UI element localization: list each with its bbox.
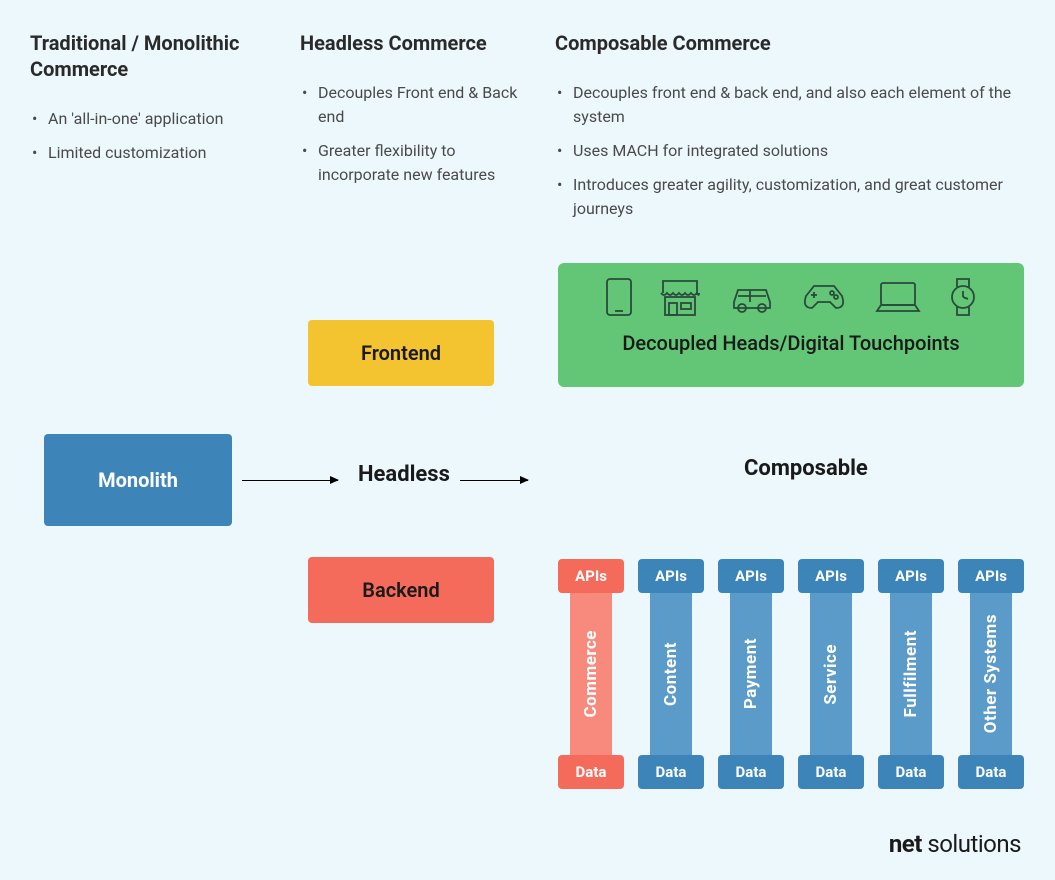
watch-icon [949,277,977,317]
brand-light: solutions [922,830,1021,858]
gamepad-icon [802,282,846,312]
headless-arch-label: Headless [358,462,450,487]
list-item: An 'all-in-one' application [30,107,280,131]
frontend-label: Frontend [361,341,441,365]
pillar-content: APIs Content Data [638,559,704,789]
commerce-types-columns: Traditional / Monolithic Commerce An 'al… [30,30,1025,231]
backend-box: Backend [308,557,494,623]
bullet-list: Decouples front end & back end, and also… [555,81,1020,221]
pillar-service: APIs Service Data [798,559,864,789]
smartphone-icon [605,277,633,317]
pillar-data-cap: Data [878,755,944,789]
touchpoints-label: Decoupled Heads/Digital Touchpoints [558,331,1024,355]
column-heading: Headless Commerce [300,30,535,56]
touchpoints-panel: Decoupled Heads/Digital Touchpoints [558,263,1024,387]
pillar-name: Fullfilment [901,630,921,717]
bullet-list: Decouples Front end & Back end Greater f… [300,81,535,187]
list-item: Introduces greater agility, customizatio… [555,173,1020,221]
column-heading: Composable Commerce [555,30,1020,56]
pillar-data-cap: Data [958,755,1024,789]
arrow-icon [242,480,338,481]
list-item: Uses MACH for integrated solutions [555,139,1020,163]
touchpoint-icons [558,277,1024,323]
pillar-api-cap: APIs [958,559,1024,593]
pillar-body: Content [650,593,692,755]
list-item: Limited customization [30,141,280,165]
pillar-name: Content [661,642,681,706]
frontend-box: Frontend [308,320,494,386]
backend-label: Backend [362,578,439,602]
laptop-icon [873,279,923,315]
pillar-api-cap: APIs [798,559,864,593]
brand-bold: net [889,830,922,858]
pillar-data-cap: Data [718,755,784,789]
pillar-name: Payment [741,638,761,709]
pillar-api-cap: APIs [718,559,784,593]
pillar-api-cap: APIs [558,559,624,593]
list-item: Greater flexibility to incorporate new f… [300,139,535,187]
pillar-body: Service [810,593,852,755]
column-traditional: Traditional / Monolithic Commerce An 'al… [30,30,280,231]
monolith-label: Monolith [98,468,178,492]
composable-pillars: APIs Commerce Data APIs Content Data APIs Payme… [558,559,1024,789]
pillar-name: Commerce [581,630,601,717]
arrow-icon [460,480,528,481]
pillar-name: Service [821,644,841,705]
bullet-list: An 'all-in-one' application Limited cust… [30,107,280,165]
monolith-box: Monolith [44,434,232,526]
pillar-data-cap: Data [558,755,624,789]
column-composable: Composable Commerce Decouples front end … [555,30,1020,231]
column-heading: Traditional / Monolithic Commerce [30,30,280,82]
pillar-fullfilment: APIs Fullfilment Data [878,559,944,789]
pillar-api-cap: APIs [878,559,944,593]
pillar-name: Other Systems [981,614,1001,733]
pillar-api-cap: APIs [638,559,704,593]
pillar-commerce: APIs Commerce Data [558,559,624,789]
pillar-other-systems: APIs Other Systems Data [958,559,1024,789]
pillar-body: Commerce [570,593,612,755]
composable-arch-label: Composable [744,456,868,481]
pillar-payment: APIs Payment Data [718,559,784,789]
brand-logo: net solutions [889,830,1021,858]
column-headless: Headless Commerce Decouples Front end & … [300,30,535,231]
pillar-body: Fullfilment [890,593,932,755]
pillar-data-cap: Data [798,755,864,789]
list-item: Decouples Front end & Back end [300,81,535,129]
pillar-body: Payment [730,593,772,755]
pillar-data-cap: Data [638,755,704,789]
pillar-body: Other Systems [970,593,1012,755]
store-icon [659,277,701,317]
list-item: Decouples front end & back end, and also… [555,81,1020,129]
car-icon [728,280,776,314]
